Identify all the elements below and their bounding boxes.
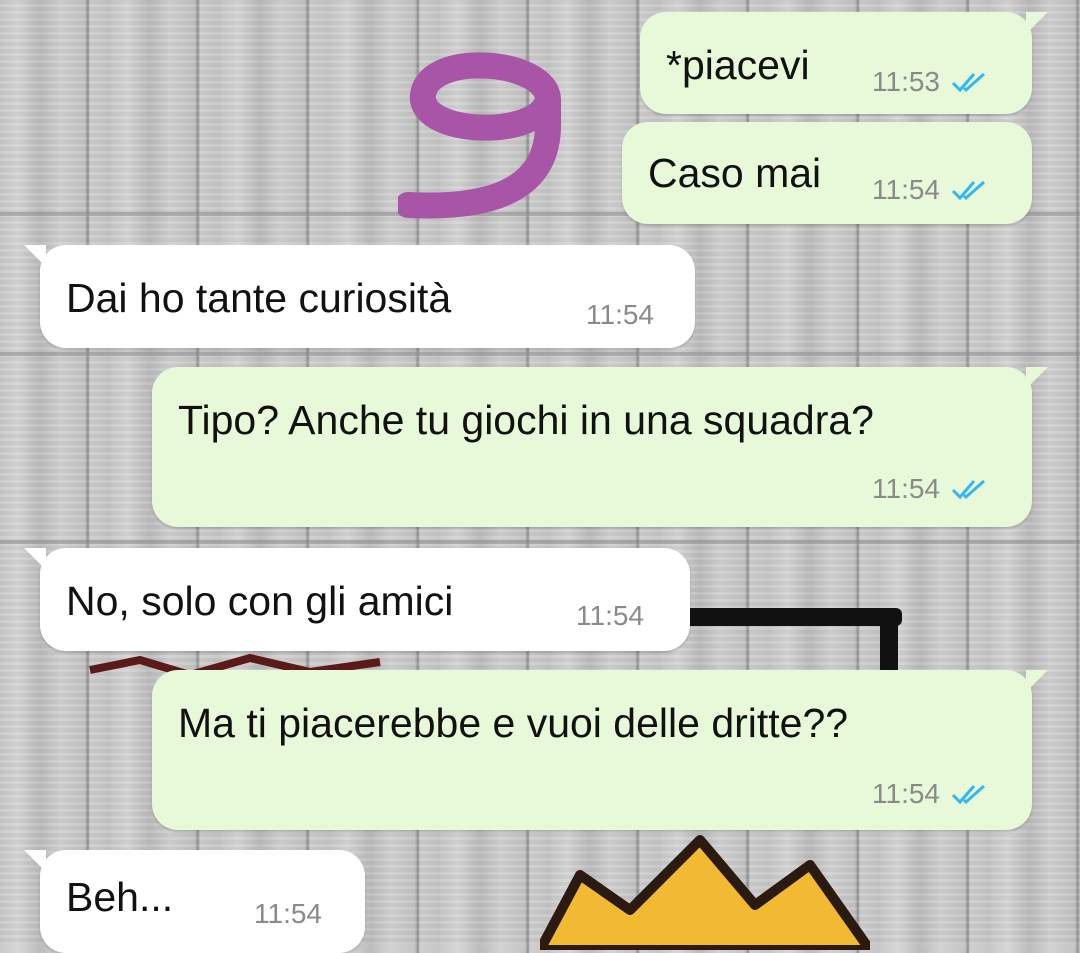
message-time: 11:53 [872,66,940,97]
double-check-icon [951,72,985,93]
message-bubble-outgoing[interactable]: Ma ti piacerebbe e vuoi delle dritte?? 1… [152,670,1048,830]
bubble-tail [1026,12,1048,34]
message-text: Ma ti piacerebbe e vuoi delle dritte?? [178,700,849,746]
message-time: 11:54 [576,600,644,631]
message-time: 11:54 [872,473,940,504]
double-check-icon [951,784,985,805]
message-meta: 11:54 [576,600,644,632]
bubble-tail [1026,670,1048,692]
message-text: No, solo con gli amici [66,578,454,624]
message-bubble-incoming[interactable]: Beh... 11:54 [24,850,365,953]
nine-doodle-icon [398,52,562,219]
message-text: *piacevi [666,42,810,88]
message-text: Tipo? Anche tu giochi in una squadra? [178,397,874,443]
message-time: 11:54 [254,898,322,929]
crown-drawing [540,835,870,950]
bubble-tail [1026,367,1048,389]
bubble-tail [24,850,46,872]
decorative-line [880,615,898,675]
message-meta: 11:54 [872,473,990,505]
bubble-tail [24,548,46,570]
wood-plank-seam [0,352,1080,356]
message-meta: 11:54 [586,299,654,331]
message-bubble-incoming[interactable]: No, solo con gli amici 11:54 [24,548,690,651]
message-text: Dai ho tante curiosità [66,275,452,321]
message-meta: 11:54 [872,778,990,810]
message-text: Caso mai [648,150,822,196]
double-check-icon [951,479,985,500]
message-bubble-outgoing[interactable]: *piacevi 11:53 [640,12,1048,114]
decorative-line [680,608,902,626]
message-bubble-outgoing[interactable]: Tipo? Anche tu giochi in una squadra? 11… [152,367,1048,527]
double-check-icon [951,180,985,201]
message-text: Beh... [66,874,174,920]
message-time: 11:54 [872,174,940,205]
message-time: 11:54 [872,778,940,809]
message-bubble-outgoing[interactable]: Caso mai 11:54 [622,122,1032,224]
bubble-tail [24,245,46,267]
message-time: 11:54 [586,299,654,330]
message-bubble-incoming[interactable]: Dai ho tante curiosità 11:54 [24,245,695,348]
wood-plank-seam [0,540,1080,544]
message-meta: 11:54 [872,174,990,206]
message-meta: 11:54 [254,898,322,930]
message-meta: 11:53 [872,66,990,98]
